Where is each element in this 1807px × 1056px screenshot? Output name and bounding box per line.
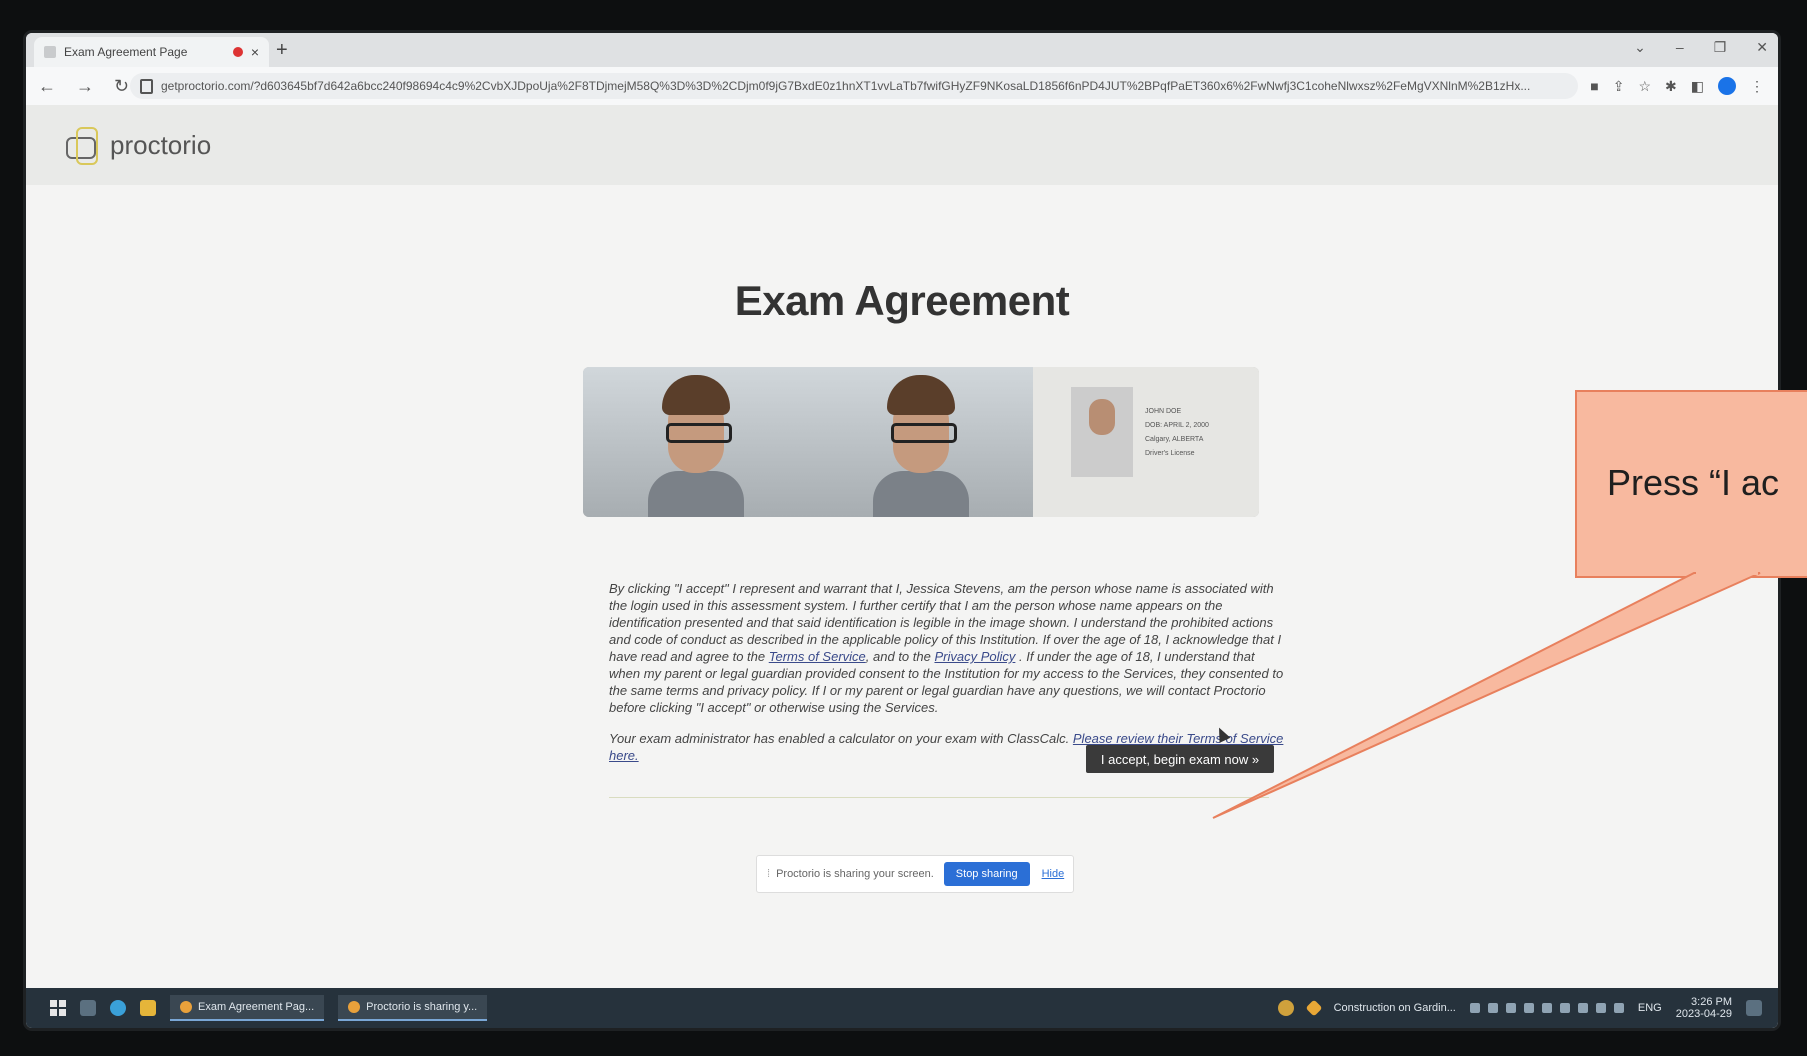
callout-text: Press “I ac [1607, 462, 1780, 503]
callout-pointer [1212, 560, 1761, 819]
